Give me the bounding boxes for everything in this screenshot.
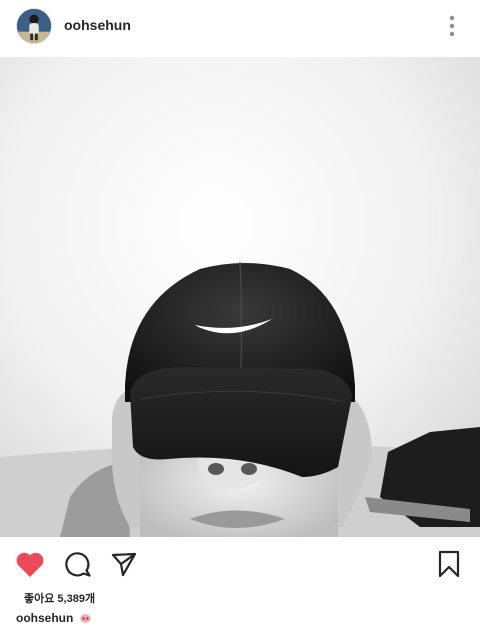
- caption: oohsehun: [16, 611, 91, 625]
- share-button[interactable]: [108, 548, 140, 580]
- likes-count[interactable]: 좋아요 5,389개: [24, 590, 95, 606]
- send-icon: [111, 552, 137, 577]
- post-header: oohsehun: [0, 0, 480, 56]
- pig-nose-emoji: [79, 614, 91, 623]
- more-options-button[interactable]: [438, 12, 466, 40]
- bookmark-icon: [438, 550, 460, 578]
- comment-button[interactable]: [62, 548, 94, 580]
- save-button[interactable]: [433, 548, 465, 580]
- like-button[interactable]: [14, 548, 46, 580]
- more-vertical-icon: [449, 15, 455, 37]
- action-bar: [0, 540, 480, 588]
- heart-filled-icon: [16, 552, 44, 577]
- comment-icon: [65, 552, 91, 577]
- caption-username[interactable]: oohsehun: [16, 611, 73, 625]
- post-username[interactable]: oohsehun: [64, 17, 131, 33]
- avatar[interactable]: [16, 8, 52, 44]
- post-photo[interactable]: [0, 57, 480, 537]
